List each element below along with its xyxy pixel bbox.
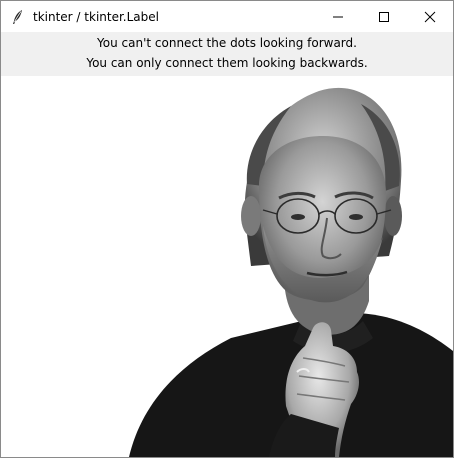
app-window: tkinter / tkinter.Label You can't connec… <box>0 0 454 458</box>
feather-icon <box>10 9 26 25</box>
close-icon <box>424 11 436 22</box>
quote-line-1: You can't connect the dots looking forwa… <box>97 36 357 50</box>
portrait-photo <box>1 76 453 457</box>
window-controls <box>315 1 453 32</box>
minimize-button[interactable] <box>315 1 361 32</box>
window-title: tkinter / tkinter.Label <box>33 9 159 24</box>
maximize-icon <box>379 11 389 22</box>
minimize-icon <box>333 16 343 17</box>
close-button[interactable] <box>407 1 453 32</box>
title-bar[interactable]: tkinter / tkinter.Label <box>1 1 453 32</box>
maximize-button[interactable] <box>361 1 407 32</box>
quote-label: You can't connect the dots looking forwa… <box>1 32 453 76</box>
portrait-image <box>129 87 453 457</box>
quote-line-2: You can only connect them looking backwa… <box>86 56 368 70</box>
